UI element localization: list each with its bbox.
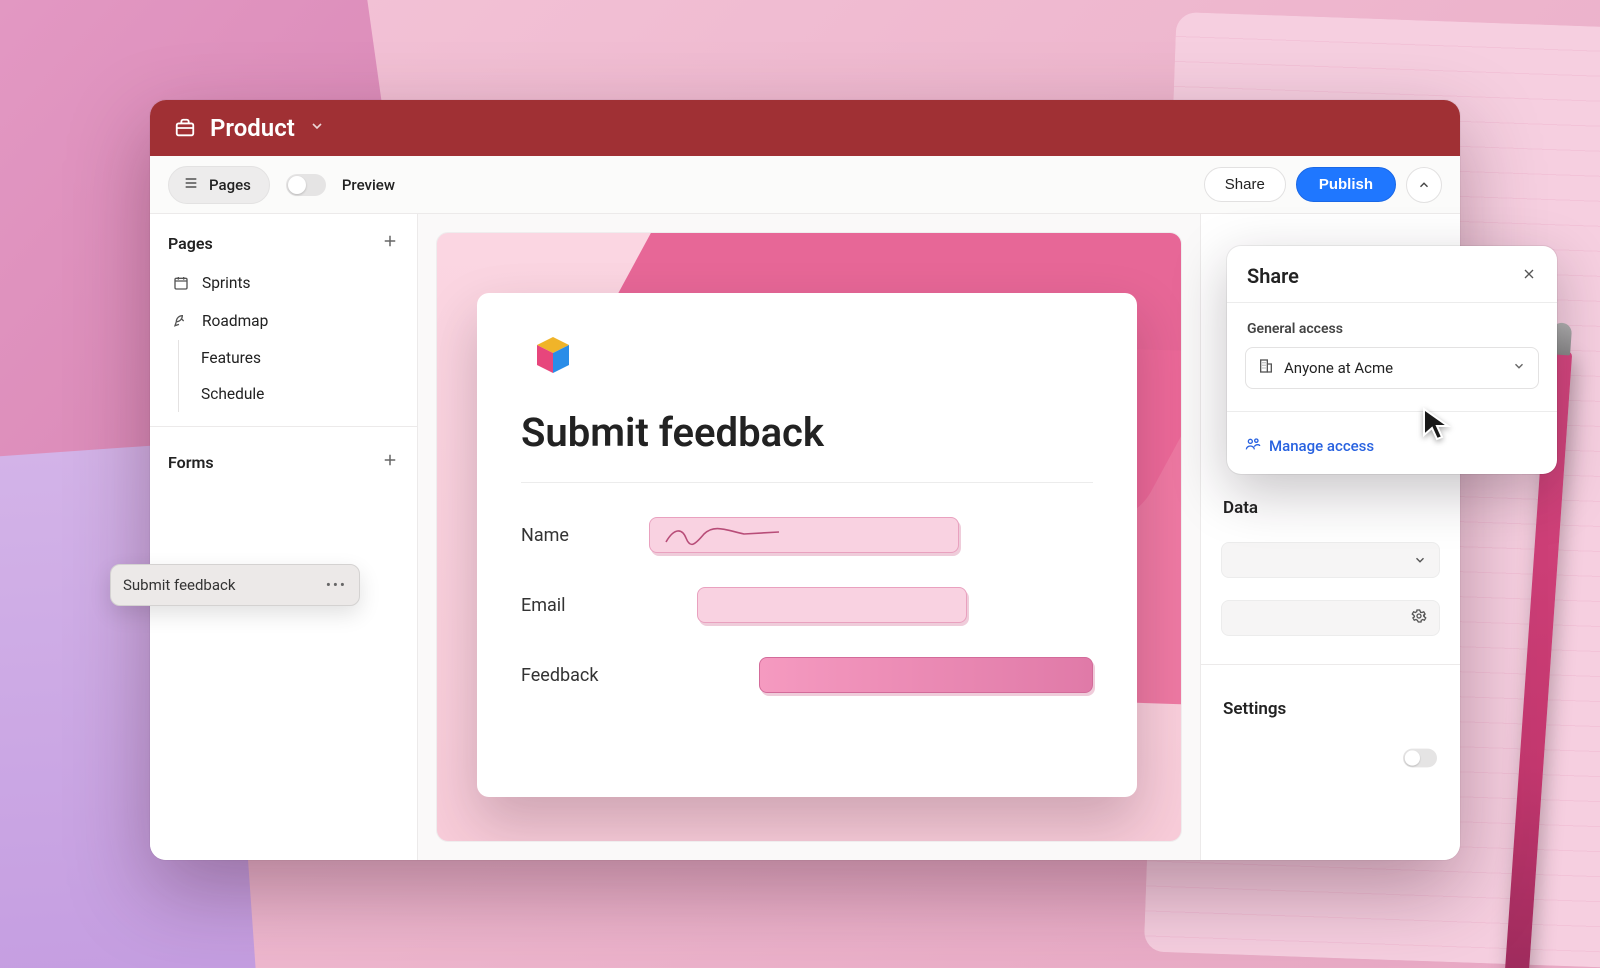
share-button[interactable]: Share (1204, 167, 1286, 202)
sidebar-subitem-features[interactable]: Features (197, 340, 399, 376)
calendar-icon (172, 275, 190, 291)
manage-access-label: Manage access (1269, 437, 1374, 455)
share-popover: Share General access Anyone at Acme Mana… (1227, 246, 1557, 474)
cursor-icon (1420, 405, 1456, 449)
settings-toggle[interactable] (1403, 749, 1437, 768)
sidebar-subitem-schedule[interactable]: Schedule (197, 376, 399, 412)
field-label: Email (521, 595, 631, 616)
form-field-email: Email (521, 587, 1093, 623)
data-dropdown[interactable] (1221, 542, 1440, 578)
header-title[interactable]: Product (210, 114, 295, 142)
sidebar-item-label: Roadmap (202, 312, 268, 330)
access-value: Anyone at Acme (1284, 359, 1393, 377)
rocket-icon (172, 313, 190, 329)
add-form-button[interactable] (381, 451, 399, 473)
preview-toggle[interactable] (286, 174, 326, 196)
canvas: Submit feedback Name Email (418, 214, 1200, 860)
close-icon[interactable] (1521, 266, 1537, 286)
forms-section-title: Forms (168, 453, 214, 472)
divider (150, 426, 417, 427)
divider (1227, 411, 1557, 412)
toolbar: Pages Preview Share Publish (150, 156, 1460, 214)
form-chip[interactable]: Submit feedback ••• (110, 564, 360, 606)
sidebar-item-roadmap[interactable]: Roadmap (168, 302, 399, 340)
sidebar: Pages Sprints Roadmap (150, 214, 418, 860)
share-title: Share (1247, 264, 1299, 288)
add-page-button[interactable] (381, 232, 399, 254)
people-icon (1245, 436, 1261, 456)
settings-section-title: Settings (1201, 689, 1460, 725)
email-input[interactable] (697, 587, 967, 623)
form-title: Submit feedback (521, 409, 1093, 483)
collapse-button[interactable] (1406, 167, 1442, 203)
general-access-label: General access (1227, 303, 1557, 347)
manage-access-link[interactable]: Manage access (1245, 436, 1539, 456)
data-section-title: Data (1201, 488, 1460, 524)
sidebar-item-label: Sprints (202, 274, 251, 292)
pages-chip[interactable]: Pages (168, 166, 270, 204)
chevron-down-icon (1512, 359, 1526, 377)
pages-section-title: Pages (168, 234, 213, 253)
form-field-feedback: Feedback (521, 657, 1093, 693)
divider (1201, 664, 1460, 665)
form-card: Submit feedback Name Email (477, 293, 1137, 797)
gear-icon (1411, 608, 1427, 628)
canvas-frame: Submit feedback Name Email (436, 232, 1182, 842)
menu-icon (183, 175, 199, 195)
publish-button[interactable]: Publish (1296, 167, 1396, 202)
app-header: Product (150, 100, 1460, 156)
app-window: Product Pages Preview Share Publish Page… (150, 100, 1460, 860)
sidebar-item-sprints[interactable]: Sprints (168, 264, 399, 302)
briefcase-icon (174, 117, 196, 139)
data-settings-row[interactable] (1221, 600, 1440, 636)
feedback-input[interactable] (759, 657, 1093, 693)
chevron-down-icon[interactable] (309, 118, 325, 138)
pages-chip-label: Pages (209, 176, 251, 194)
name-input[interactable] (649, 517, 959, 553)
building-icon (1258, 358, 1274, 378)
access-select[interactable]: Anyone at Acme (1245, 347, 1539, 389)
form-field-name: Name (521, 517, 1093, 553)
field-label: Feedback (521, 665, 613, 686)
more-icon[interactable]: ••• (326, 576, 347, 594)
preview-label: Preview (342, 176, 395, 194)
field-label: Name (521, 525, 631, 546)
form-chip-label: Submit feedback (123, 576, 235, 594)
logo-icon (521, 333, 1093, 387)
